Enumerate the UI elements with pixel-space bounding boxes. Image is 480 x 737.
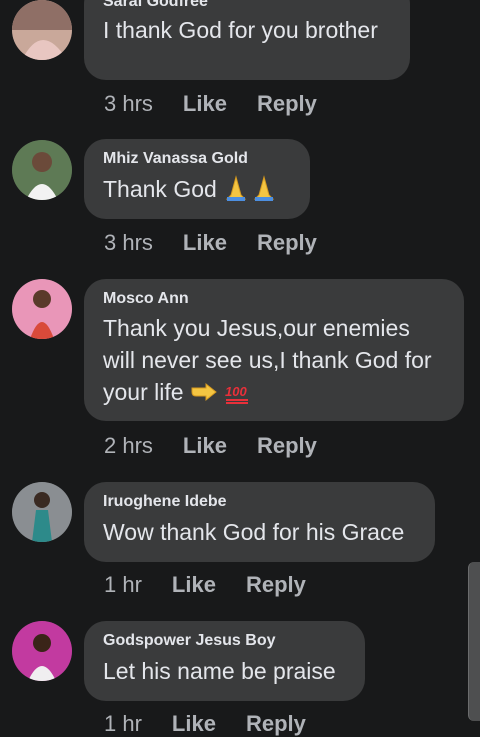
reply-button[interactable]: Reply	[257, 91, 317, 117]
reply-button[interactable]: Reply	[246, 572, 306, 598]
comment-text: Thank you Jesus,our enemies will never s…	[103, 312, 444, 412]
avatar-image	[12, 279, 72, 339]
avatar-image	[12, 621, 72, 681]
comment-author[interactable]: Mosco Ann	[103, 289, 444, 309]
comment-time[interactable]: 2 hrs	[104, 433, 153, 459]
avatar-image	[12, 0, 72, 60]
comment-time[interactable]: 1 hr	[104, 572, 142, 598]
reply-button[interactable]: Reply	[246, 711, 306, 737]
folded-hands-icon	[223, 175, 279, 209]
comment-bubble: Godspower Jesus Boy Let his name be prai…	[84, 621, 365, 701]
comment-text: Thank God	[103, 173, 290, 209]
like-button[interactable]: Like	[183, 91, 227, 117]
comment-text: Let his name be praise	[103, 658, 336, 684]
comment-actions: 3 hrs Like Reply	[104, 91, 317, 117]
comment-bubble: Mhiz Vanassa Gold Thank God	[84, 139, 310, 219]
like-button[interactable]: Like	[183, 433, 227, 459]
comment-actions: 1 hr Like Reply	[104, 711, 306, 737]
comment-author[interactable]: Mhiz Vanassa Gold	[103, 149, 290, 169]
hundred-points-icon: 100	[224, 380, 252, 412]
like-button[interactable]: Like	[183, 230, 227, 256]
comment-author[interactable]: Iruoghene Idebe	[103, 492, 415, 512]
comment-text: I thank God for you brother	[103, 17, 378, 43]
like-button[interactable]: Like	[172, 572, 216, 598]
comment-time[interactable]: 3 hrs	[104, 230, 153, 256]
reply-button[interactable]: Reply	[257, 230, 317, 256]
comment-time[interactable]: 3 hrs	[104, 91, 153, 117]
comment-bubble: Sarai Godfree I thank God for you brothe…	[84, 0, 410, 80]
comment-actions: 1 hr Like Reply	[104, 572, 306, 598]
avatar-image	[12, 482, 72, 542]
reply-button[interactable]: Reply	[257, 433, 317, 459]
comment-bubble: Mosco Ann Thank you Jesus,our enemies wi…	[84, 279, 464, 421]
comment-actions: 3 hrs Like Reply	[104, 230, 317, 256]
pointing-hand-icon	[190, 380, 218, 412]
comment-actions: 2 hrs Like Reply	[104, 433, 317, 459]
comment-author[interactable]: Godspower Jesus Boy	[103, 631, 345, 651]
comment-text: Wow thank God for his Grace	[103, 519, 405, 545]
svg-text:100: 100	[225, 384, 247, 399]
avatar-image	[12, 140, 72, 200]
avatar[interactable]	[12, 140, 72, 200]
avatar[interactable]	[12, 0, 72, 60]
comment-time[interactable]: 1 hr	[104, 711, 142, 737]
avatar[interactable]	[12, 279, 72, 339]
comment-bubble: Iruoghene Idebe Wow thank God for his Gr…	[84, 482, 435, 562]
comment-author[interactable]: Sarai Godfree	[103, 0, 208, 12]
avatar[interactable]	[12, 482, 72, 542]
scrollbar[interactable]	[468, 562, 480, 721]
avatar[interactable]	[12, 621, 72, 681]
like-button[interactable]: Like	[172, 711, 216, 737]
